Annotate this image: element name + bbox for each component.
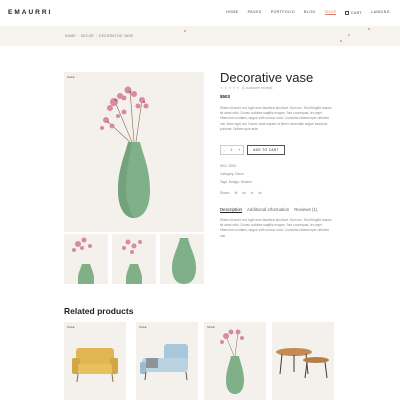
star-rating-icon: ★★★★★ [220,86,241,90]
sale-badge: SALE [67,325,75,329]
nav-pages[interactable]: PAGES [248,10,262,15]
product-tabs: Description Additional information Revie… [220,207,317,213]
nav-shop[interactable]: SHOP [324,10,337,15]
sale-badge: SALE [207,325,215,329]
product-rating: ★★★★★ (1 customer review) [220,86,272,90]
vase-thumbnail [72,237,94,284]
quantity-decrease[interactable]: - [224,148,225,152]
coffee-tables-icon [276,348,329,379]
armchair-icon [72,348,118,383]
tab-additional-information[interactable]: Additional information [247,207,289,213]
site-logo[interactable]: EMAURRI [8,9,52,16]
related-product-vase[interactable]: SALE [204,322,266,400]
decor-dot [340,40,342,42]
product-main-image[interactable]: SALE [64,72,204,232]
share-label: Share: [220,191,230,195]
thumbnail-2[interactable] [112,234,156,284]
thumbnail-1[interactable] [64,234,108,284]
related-product-coffee-tables[interactable] [272,322,334,400]
vase-thumbnail [122,239,142,284]
linkedin-icon[interactable]: in [251,191,254,195]
product-short-description: Etiam sit amet orci eget eros faucibus t… [220,106,332,131]
breadcrumb-decor[interactable]: DECOR [81,34,94,38]
twitter-icon[interactable]: tw [242,191,245,195]
thumbnail-3[interactable] [160,234,204,284]
tab-reviews[interactable]: Reviews (1) [294,207,317,213]
cart-icon [345,10,350,15]
product-price: $503 [220,94,231,99]
quantity-stepper[interactable]: - 1 + [220,145,244,155]
nav-blog[interactable]: BLOG [304,10,316,15]
product-category: Category: Decor [220,172,245,176]
related-products-title: Related products [64,306,134,316]
breadcrumb-home[interactable]: HOME [65,34,76,38]
vase-thumbnail [172,238,196,284]
breadcrumb: HOME / DECOR / DECORATIVE VASE [65,34,133,38]
related-product-sofa[interactable]: SALE [136,322,198,400]
vase-illustration [100,86,150,218]
related-product-armchair[interactable]: SALE [64,322,126,400]
vk-icon[interactable]: vk [258,191,261,195]
sale-badge: SALE [139,325,147,329]
product-tags: Tags: Design, Modern [220,180,253,184]
site-header: EMAURRI HOME PAGES PORTFOLIO BLOG SHOP C… [0,0,400,26]
decor-dot [368,28,370,30]
product-title: Decorative vase [220,70,314,85]
nav-portfolio[interactable]: PORTFOLIO [271,10,295,15]
main-nav: HOME PAGES PORTFOLIO BLOG SHOP CART LAND… [226,10,390,15]
decor-dot [184,30,186,32]
review-count-link[interactable]: (1 customer review) [242,86,273,90]
breadcrumb-separator: / [77,34,79,38]
quantity-increase[interactable]: + [238,148,240,152]
decor-dot [348,34,350,36]
nav-home[interactable]: HOME [226,10,238,15]
breadcrumb-separator: / [95,34,98,38]
nav-landing[interactable]: LANDING [371,10,390,15]
cart-label: CART [350,10,363,15]
sofa-icon [140,344,188,381]
facebook-icon[interactable]: fb [235,191,238,195]
vase-icon [220,329,244,394]
breadcrumb-current: DECORATIVE VASE [99,34,134,38]
share-row: Share: fb tw in vk [220,191,262,195]
breadcrumb-band: HOME / DECOR / DECORATIVE VASE [0,26,400,46]
quantity-value[interactable]: 1 [231,148,233,152]
sale-badge: SALE [67,75,75,79]
product-sku: SKU: 3003 [220,164,236,168]
add-to-cart-button[interactable]: ADD TO CART [247,145,285,155]
nav-cart[interactable]: CART [345,10,362,15]
tab-description[interactable]: Description [220,207,242,213]
tab-description-content: Etiam sit amet orci eget eros faucibus t… [220,218,332,238]
